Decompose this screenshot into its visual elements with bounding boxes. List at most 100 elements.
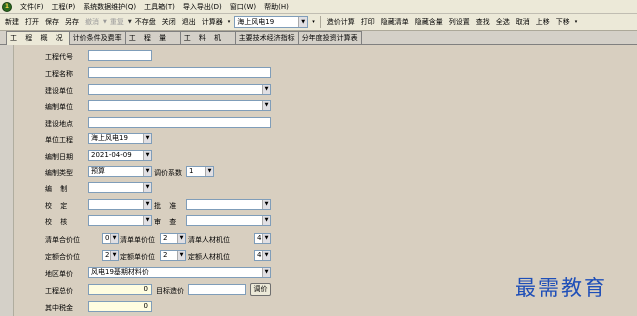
tab-labor-materials[interactable]: 工 料 机	[179, 31, 236, 44]
quota-total-decimals-value: 2	[105, 251, 110, 259]
open-button[interactable]: 打开	[22, 16, 42, 29]
hide-list-button[interactable]: 隐藏清单	[378, 16, 412, 29]
type-label: 编制类型	[45, 169, 73, 177]
app-logo-icon: 1	[2, 1, 12, 12]
hide-content-button[interactable]: 隐藏含量	[412, 16, 446, 29]
save-button[interactable]: 保存	[42, 16, 62, 29]
target-price-input[interactable]	[188, 284, 246, 295]
chevron-down-icon: ▼	[110, 234, 118, 243]
menu-system-data[interactable]: 系统数据维护(Q)	[79, 2, 140, 12]
menu-toolbox[interactable]: 工具箱(T)	[140, 2, 179, 12]
tab-annual-investment[interactable]: 分年度投资计算表	[297, 31, 362, 44]
tax-value: 0	[88, 301, 152, 312]
list-total-decimals-value: 0	[105, 234, 110, 242]
list-material-decimals-value: 4	[257, 234, 262, 242]
select-all-button[interactable]: 全选	[493, 16, 513, 29]
type-select[interactable]: 预算 ▼	[88, 166, 152, 177]
column-settings-button[interactable]: 列设置	[446, 16, 473, 29]
cost-calc-button[interactable]: 造价计算	[324, 16, 358, 29]
quota-total-decimals-select[interactable]: 2 ▼	[102, 250, 119, 261]
auditor-select[interactable]: ▼	[186, 215, 271, 226]
calculator-button[interactable]: 计算器	[199, 16, 226, 29]
list-unit-decimals-label: 清单单价位	[120, 236, 155, 244]
quota-unit-decimals-value: 2	[163, 251, 168, 259]
builder-select[interactable]: ▼	[88, 84, 271, 95]
approver-label: 批 准	[154, 202, 180, 210]
region-price-label: 地区单价	[45, 270, 73, 278]
editor-select[interactable]: ▼	[88, 182, 152, 193]
tab-economic-indicators[interactable]: 主要技术经济指标	[234, 31, 299, 44]
cancel-button[interactable]: 取消	[513, 16, 533, 29]
tab-project-overview[interactable]: 工 程 概 况	[6, 31, 70, 45]
auditor-label: 审 查	[154, 218, 180, 226]
approver-select[interactable]: ▼	[186, 199, 271, 210]
unit-project-select[interactable]: 海上风电19 ▼	[88, 133, 152, 144]
menu-help[interactable]: 帮助(H)	[260, 2, 293, 12]
toolbar-more-icon[interactable]: ▾	[575, 19, 578, 25]
list-total-decimals-label: 清单合价位	[45, 236, 80, 244]
region-price-value: 风电19基期材料价	[91, 268, 149, 276]
chevron-down-icon: ▼	[143, 151, 151, 160]
tab-pricing-conditions[interactable]: 计价条件及费率	[68, 31, 126, 44]
quota-unit-decimals-select[interactable]: 2 ▼	[160, 250, 186, 261]
project-combo[interactable]: 海上风电19 ▼	[234, 16, 309, 28]
toolbar-overflow-icon[interactable]: ▾	[312, 19, 315, 25]
date-picker-value: 2021-04-09	[91, 151, 132, 159]
reviewer-select[interactable]: ▼	[88, 215, 152, 226]
builder-label: 建设单位	[45, 87, 73, 95]
date-picker[interactable]: 2021-04-09 ▼	[88, 150, 152, 161]
move-up-button[interactable]: 上移	[533, 16, 553, 29]
close-button[interactable]: 关闭	[159, 16, 179, 29]
exit-button[interactable]: 退出	[179, 16, 199, 29]
project-combo-value: 海上风电19	[237, 18, 275, 26]
quota-material-decimals-value: 4	[257, 251, 262, 259]
chevron-down-icon: ▼	[262, 200, 270, 209]
project-code-input[interactable]	[88, 50, 152, 61]
find-button[interactable]: 查找	[473, 16, 493, 29]
list-unit-decimals-select[interactable]: 2 ▼	[160, 233, 186, 244]
target-price-label: 目标造价	[156, 287, 184, 295]
new-button[interactable]: 新建	[2, 16, 22, 29]
save-as-button[interactable]: 另存	[62, 16, 82, 29]
calculator-dropdown-icon[interactable]: ▾	[228, 19, 231, 25]
toolbar: 新建 打开 保存 另存 撤消 ▼ 重复 ▼ 不存盘 关闭 退出 计算器 ▾ 海上…	[0, 14, 637, 31]
chevron-down-icon: ▼	[262, 216, 270, 225]
quota-material-decimals-select[interactable]: 4 ▼	[254, 250, 271, 261]
chevron-down-icon: ▼	[262, 268, 270, 277]
adjust-price-button[interactable]: 调价	[250, 283, 271, 296]
adjust-coef-select[interactable]: 1 ▼	[186, 166, 214, 177]
watermark-logo: 最需教育	[515, 276, 607, 300]
reviewer-label: 校 核	[45, 218, 71, 226]
location-input[interactable]	[88, 117, 271, 128]
menu-project[interactable]: 工程(P)	[48, 2, 80, 12]
redo-button[interactable]: 重复	[107, 16, 127, 29]
menu-window[interactable]: 窗口(W)	[226, 2, 260, 12]
unit-project-select-value: 海上风电19	[91, 134, 128, 142]
project-name-input[interactable]	[88, 67, 271, 78]
list-material-decimals-select[interactable]: 4 ▼	[254, 233, 271, 244]
toolbar-divider	[319, 16, 321, 28]
editor-label: 编 制	[45, 185, 71, 193]
undo-button[interactable]: 撤消	[82, 16, 102, 29]
total-cost-value: 0	[88, 284, 152, 295]
chevron-down-icon: ▼	[262, 85, 270, 94]
compiler-select[interactable]: ▼	[88, 100, 271, 111]
list-total-decimals-select[interactable]: 0 ▼	[102, 233, 119, 244]
no-save-button[interactable]: 不存盘	[132, 16, 159, 29]
list-unit-decimals-value: 2	[163, 234, 168, 242]
tab-quantities[interactable]: 工 程 量	[124, 31, 181, 44]
chevron-down-icon: ▼	[143, 216, 151, 225]
chevron-down-icon: ▼	[143, 183, 151, 192]
chevron-down-icon: ▼	[177, 234, 185, 243]
checker-select[interactable]: ▼	[88, 199, 152, 210]
menu-file[interactable]: 文件(F)	[16, 2, 48, 12]
project-name-label: 工程名称	[45, 70, 73, 78]
print-button[interactable]: 打印	[358, 16, 378, 29]
chevron-down-icon: ▼	[262, 101, 270, 110]
quota-material-decimals-label: 定额人材机位	[188, 253, 230, 261]
type-select-value: 预算	[91, 167, 105, 175]
location-label: 建设地点	[45, 120, 73, 128]
region-price-select[interactable]: 风电19基期材料价 ▼	[88, 267, 271, 278]
menu-import-export[interactable]: 导入导出(D)	[179, 2, 226, 12]
move-down-button[interactable]: 下移	[553, 16, 573, 29]
